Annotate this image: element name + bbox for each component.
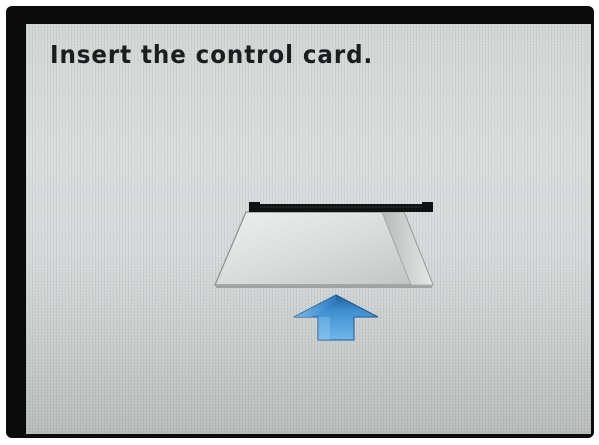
control-card-icon xyxy=(214,211,434,288)
instruction-message: Insert the control card. xyxy=(50,40,374,69)
screen-bezel: Insert the control card. xyxy=(6,6,594,438)
lcd-screen: Insert the control card. xyxy=(26,24,591,434)
insert-card-illustration xyxy=(214,202,434,341)
device-photo: Insert the control card. xyxy=(0,0,599,445)
card-slot-icon xyxy=(249,202,433,212)
up-arrow-icon xyxy=(293,294,379,341)
